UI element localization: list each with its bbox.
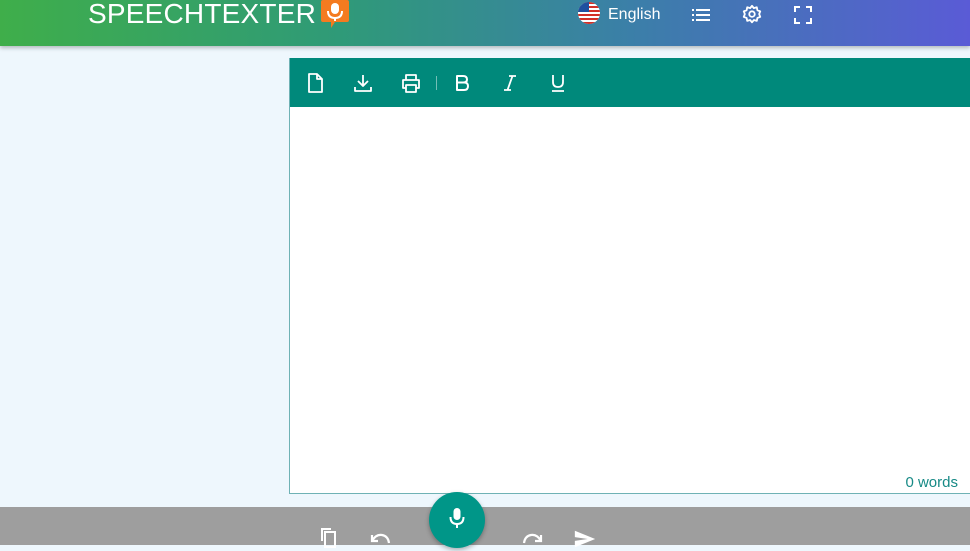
toolbar-divider (436, 76, 437, 90)
us-flag-icon (578, 1, 600, 29)
fullscreen-icon[interactable] (792, 4, 814, 26)
bold-icon[interactable] (451, 72, 473, 94)
copy-icon[interactable] (316, 525, 340, 549)
list-icon[interactable] (690, 4, 712, 26)
word-count: 0 words (905, 474, 958, 491)
editor-toolbar (290, 58, 970, 107)
new-document-icon[interactable] (304, 72, 326, 94)
microphone-icon (320, 0, 350, 29)
record-microphone-button[interactable] (429, 492, 485, 548)
print-icon[interactable] (400, 72, 422, 94)
gear-icon[interactable] (741, 4, 763, 26)
underline-icon[interactable] (547, 72, 569, 94)
language-selector[interactable]: English (578, 1, 661, 29)
microphone-icon (447, 506, 467, 535)
undo-icon[interactable] (368, 527, 392, 551)
redo-icon[interactable] (521, 527, 545, 551)
download-icon[interactable] (352, 72, 374, 94)
language-label: English (608, 6, 661, 23)
italic-icon[interactable] (499, 72, 521, 94)
logo-text: SPEECHTEXTER (88, 0, 316, 29)
top-header: SPEECHTEXTER English (0, 0, 970, 46)
speechtexter-logo[interactable]: SPEECHTEXTER (88, 0, 350, 32)
text-editor[interactable]: 0 words (289, 58, 970, 494)
send-icon[interactable] (573, 527, 597, 551)
bottom-action-bar (0, 507, 970, 548)
